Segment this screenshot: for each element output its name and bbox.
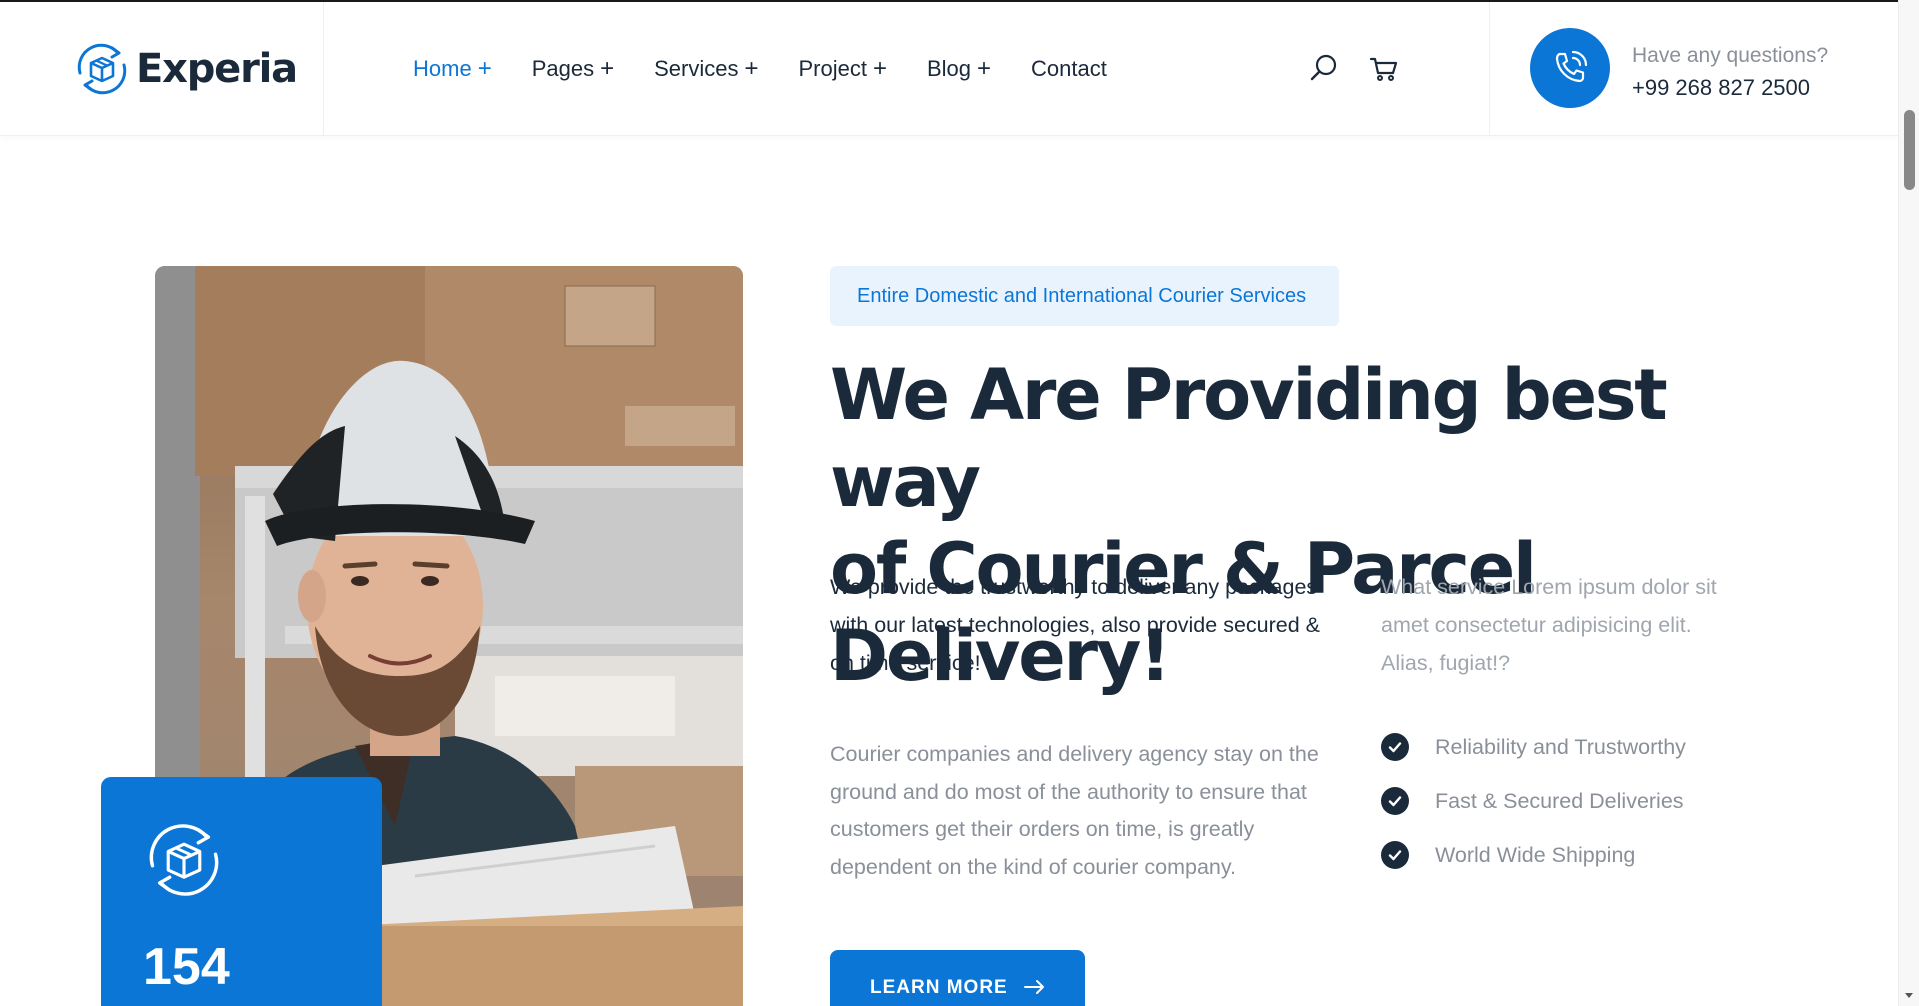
nav-label: Pages [531,56,595,81]
logo[interactable]: Experia [72,39,298,99]
header-actions [1308,52,1428,84]
plus-icon: + [977,55,992,82]
logo-text: Experia [136,46,298,92]
headline-line-1: We Are Providing best way [830,354,1668,523]
check-circle-icon [1381,787,1409,815]
nav-item-project[interactable]: Project + [798,55,887,83]
contact-question: Have any questions? [1632,44,1829,67]
checklist-item: World Wide Shipping [1381,828,1686,882]
search-icon[interactable] [1308,52,1340,84]
plus-icon: + [744,55,759,82]
services-badge: Entire Domestic and International Courie… [830,266,1339,326]
learn-more-label: LEARN MORE [870,977,1008,998]
side-question-text: What service Lorem ipsum dolor sit amet … [1381,575,1717,675]
site-header: Experia Home + Pages + Services + Projec… [0,2,1898,136]
check-circle-icon [1381,733,1409,761]
stat-card: 154 [101,777,382,1006]
checklist-label: Reliability and Trustworthy [1435,734,1686,759]
nav-item-services[interactable]: Services + [654,55,758,83]
checklist-item: Reliability and Trustworthy [1381,720,1686,774]
nav-item-home[interactable]: Home + [413,55,492,83]
nav-item-contact[interactable]: Contact [1031,56,1107,82]
stat-number: 154 [143,938,230,996]
nav-item-pages[interactable]: Pages + [532,55,614,83]
checklist-item: Fast & Secured Deliveries [1381,774,1686,828]
phone-button[interactable] [1530,28,1610,108]
box-rotate-logo-icon [77,43,127,95]
checklist-label: Fast & Secured Deliveries [1435,788,1684,813]
header-contact: Have any questions? +99 268 827 2500 [1489,2,1898,136]
page-scrollbar[interactable] [1898,0,1919,1006]
lead-paragraph: We provide the trustworthy to deliver an… [830,575,1320,675]
nav-label: Contact [1031,56,1107,81]
box-rotate-icon [149,824,219,896]
logo-cell: Experia [0,2,324,136]
feature-checklist: Reliability and Trustworthy Fast & Secur… [1381,720,1686,882]
check-circle-icon [1381,841,1409,869]
scroll-down-arrow-icon[interactable] [1904,992,1914,1000]
nav-label: Project [798,56,867,81]
plus-icon: + [872,55,887,82]
nav-item-blog[interactable]: Blog + [927,55,991,83]
cart-icon[interactable] [1368,52,1400,84]
phone-ringing-icon [1555,50,1588,83]
contact-phone-number[interactable]: +99 268 827 2500 [1632,75,1810,101]
learn-more-button[interactable]: LEARN MORE [830,950,1085,1006]
nav-label: Services [654,56,739,81]
checklist-label: World Wide Shipping [1435,842,1636,867]
scrollbar-thumb[interactable] [1904,110,1915,190]
description-paragraph: Courier companies and delivery agency st… [830,742,1319,879]
plus-icon: + [600,55,615,82]
nav-label: Home [413,56,472,81]
arrow-right-icon [1023,980,1044,994]
nav-label: Blog [926,56,972,81]
plus-icon: + [477,55,492,82]
main-nav: Home + Pages + Services + Project + Blog… [413,2,1147,136]
